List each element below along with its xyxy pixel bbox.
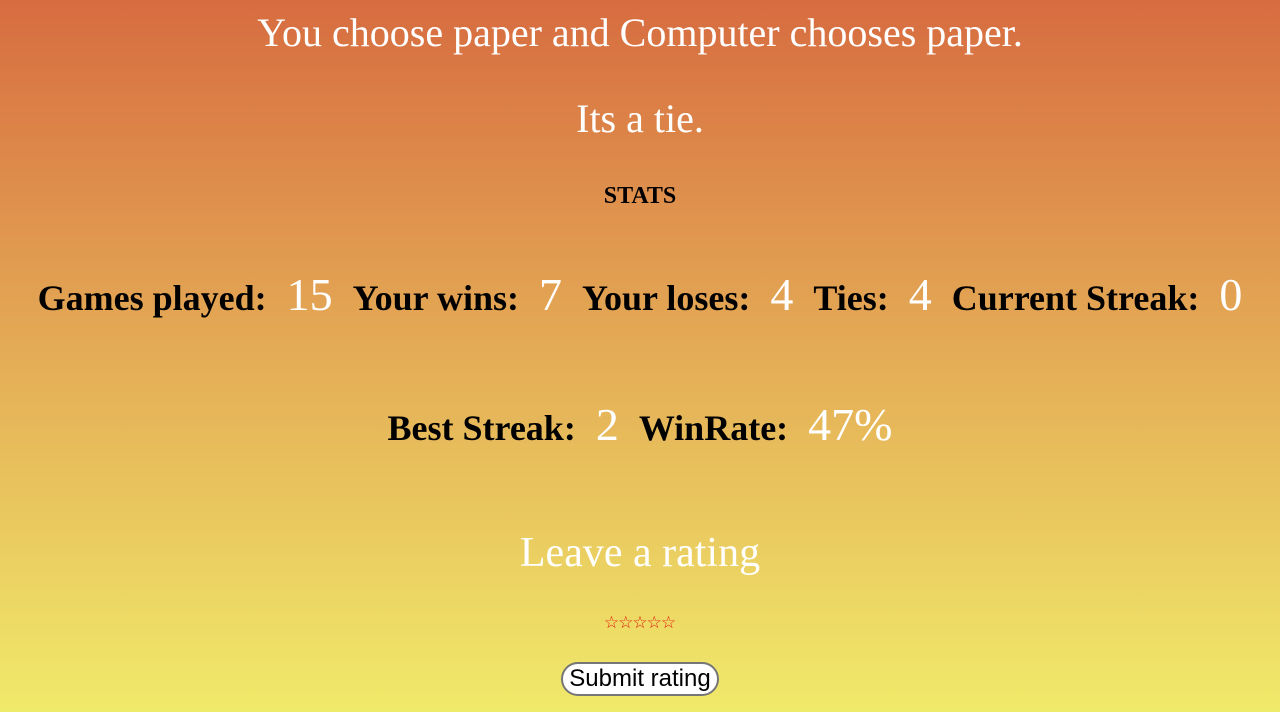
star-rating: ☆☆☆☆☆ — [0, 613, 1280, 633]
current-streak-stat: Current Streak: 0 — [952, 268, 1243, 321]
best-streak-value: 2 — [595, 399, 619, 450]
loses-label: Your loses: — [582, 278, 751, 318]
best-streak-label: Best Streak: — [387, 408, 576, 448]
choice-message: You choose paper and Computer chooses pa… — [257, 10, 1023, 55]
loses-value: 4 — [770, 269, 794, 320]
wins-stat: Your wins: 7 — [353, 268, 582, 321]
win-rate-label: WinRate: — [638, 408, 789, 448]
games-played-value: 15 — [286, 269, 333, 320]
star-icon[interactable]: ☆ — [647, 613, 662, 633]
star-icon[interactable]: ☆ — [661, 613, 676, 633]
stats-heading: STATS — [603, 183, 677, 209]
win-rate-stat: WinRate: 47% — [639, 398, 893, 451]
outcome-message: Its a tie. — [576, 96, 704, 141]
wins-label: Your wins: — [352, 278, 520, 318]
current-streak-label: Current Streak: — [951, 278, 1200, 318]
rating-heading: Leave a rating — [519, 530, 761, 576]
star-icon[interactable]: ☆ — [604, 613, 619, 633]
games-played-stat: Games played: 15 — [38, 268, 353, 321]
win-rate-value: 47% — [808, 399, 893, 450]
submit-rating-button[interactable]: Submit rating — [561, 662, 719, 696]
games-played-label: Games played: — [37, 278, 267, 318]
wins-value: 7 — [539, 269, 563, 320]
ties-stat: Ties: 4 — [813, 268, 951, 321]
submit-container: Submit rating — [0, 662, 1280, 696]
ties-value: 4 — [908, 269, 932, 320]
ties-label: Ties: — [813, 278, 889, 318]
star-icon[interactable]: ☆ — [632, 613, 647, 633]
current-streak-value: 0 — [1219, 269, 1243, 320]
loses-stat: Your loses: 4 — [582, 268, 813, 321]
stats-row-secondary: Best Streak: 2 WinRate: 47% — [0, 398, 1280, 451]
stats-row-primary: Games played: 15 Your wins: 7 Your loses… — [0, 268, 1280, 321]
best-streak-stat: Best Streak: 2 — [388, 398, 639, 451]
